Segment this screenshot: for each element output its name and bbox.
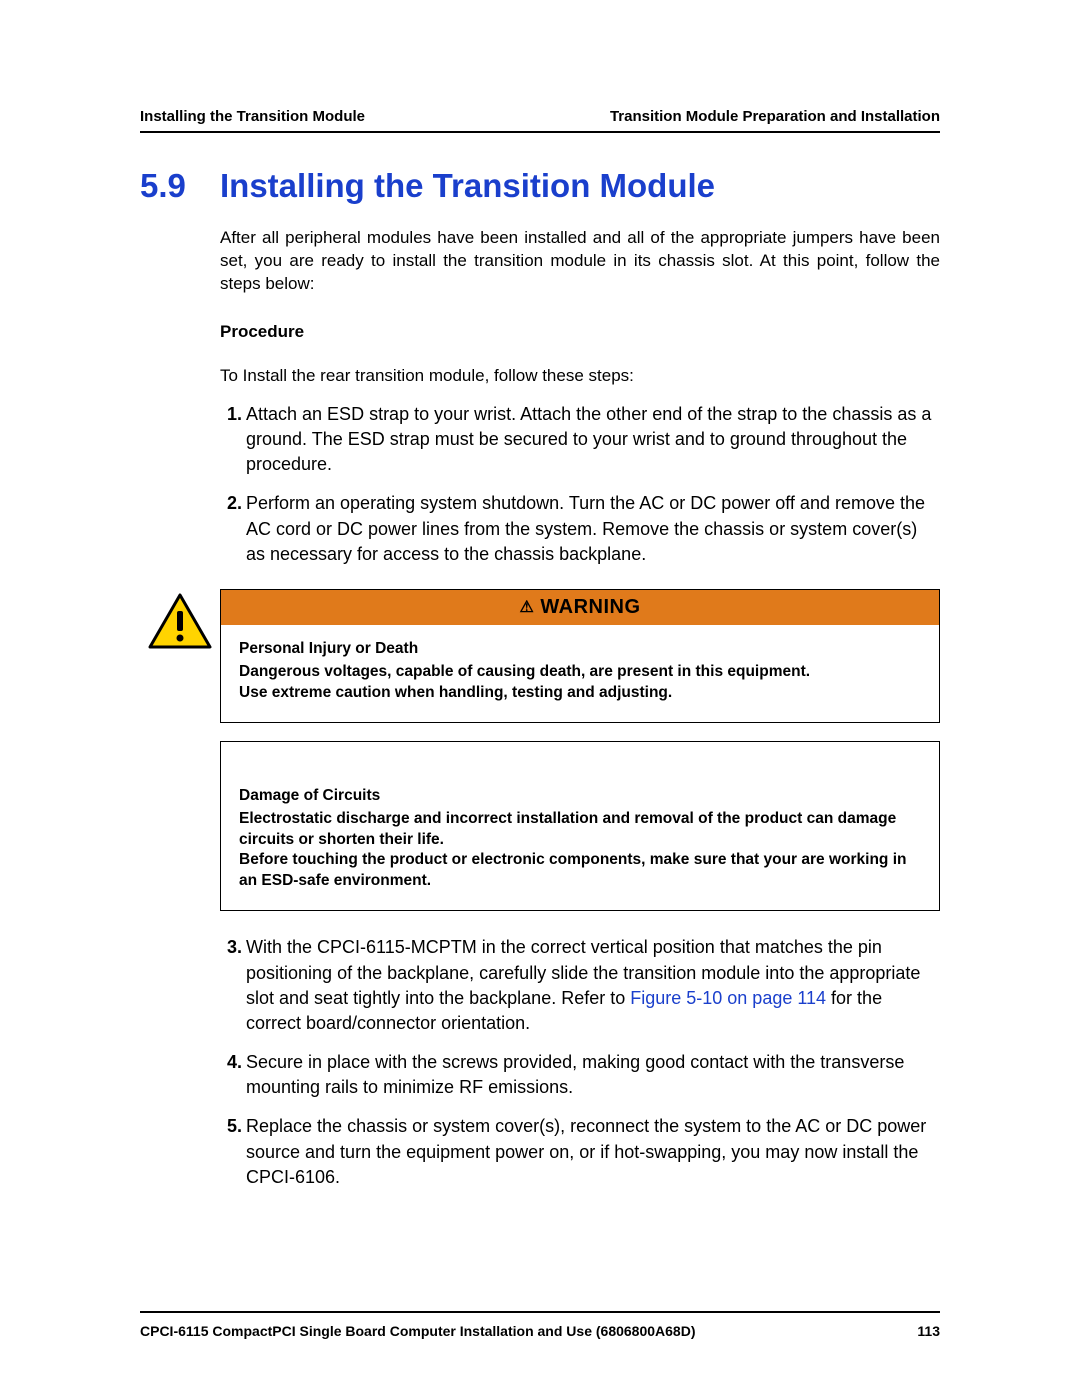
warning-icon-cell [140, 589, 220, 723]
procedure-intro: To Install the rear transition module, f… [220, 366, 940, 386]
step-body: Replace the chassis or system cover(s), … [246, 1114, 940, 1190]
step-number: 4. [220, 1050, 242, 1100]
step-number: 3. [220, 935, 242, 1036]
section-number: 5.9 [140, 167, 220, 205]
running-header-left: Installing the Transition Module [140, 108, 365, 125]
warning-glyph-icon: ⚠ [519, 599, 534, 616]
footer-rule [140, 1311, 940, 1313]
step-2: 2. Perform an operating system shutdown.… [220, 491, 940, 567]
section-title: Installing the Transition Module [220, 167, 715, 205]
notice-line: Electrostatic discharge and incorrect in… [239, 809, 921, 851]
notice-box: Damage of Circuits Electrostatic dischar… [220, 741, 940, 912]
step-1: 1. Attach an ESD strap to your wrist. At… [220, 402, 940, 478]
section-heading: 5.9 Installing the Transition Module [140, 167, 940, 205]
step-body: Perform an operating system shutdown. Tu… [246, 491, 940, 567]
intro-paragraph: After all peripheral modules have been i… [220, 227, 940, 296]
step-body: Secure in place with the screws provided… [246, 1050, 940, 1100]
procedure-label: Procedure [220, 322, 940, 342]
step-body: Attach an ESD strap to your wrist. Attac… [246, 402, 940, 478]
warning-line: Dangerous voltages, capable of causing d… [239, 662, 921, 683]
warning-banner: ⚠ WARNING [221, 590, 939, 625]
warning-lead: Personal Injury or Death [239, 639, 921, 660]
notice-lead: Damage of Circuits [239, 786, 921, 807]
warning-content: ⚠ WARNING Personal Injury or Death Dange… [220, 589, 940, 723]
step-5: 5. Replace the chassis or system cover(s… [220, 1114, 940, 1190]
step-number: 5. [220, 1114, 242, 1190]
step-number: 2. [220, 491, 242, 567]
warning-line: Use extreme caution when handling, testi… [239, 683, 921, 704]
warning-body: Personal Injury or Death Dangerous volta… [221, 625, 939, 722]
page-footer: CPCI-6115 CompactPCI Single Board Comput… [140, 1311, 940, 1339]
step-number: 1. [220, 402, 242, 478]
page: Installing the Transition Module Transit… [0, 0, 1080, 1397]
header-rule [140, 131, 940, 133]
figure-link[interactable]: Figure 5-10 on page 114 [630, 988, 826, 1008]
footer-page-number: 113 [917, 1323, 940, 1339]
notice-line: Before touching the product or electroni… [239, 850, 921, 892]
step-body: With the CPCI-6115-MCPTM in the correct … [246, 935, 940, 1036]
footer-doc-title: CPCI-6115 CompactPCI Single Board Comput… [140, 1323, 696, 1339]
running-header-right: Transition Module Preparation and Instal… [610, 108, 940, 125]
warning-banner-text: WARNING [540, 596, 640, 618]
warning-box: ⚠ WARNING Personal Injury or Death Dange… [140, 589, 940, 723]
step-3: 3. With the CPCI-6115-MCPTM in the corre… [220, 935, 940, 1036]
warning-triangle-icon [148, 593, 212, 651]
running-header: Installing the Transition Module Transit… [140, 108, 940, 131]
step-4: 4. Secure in place with the screws provi… [220, 1050, 940, 1100]
